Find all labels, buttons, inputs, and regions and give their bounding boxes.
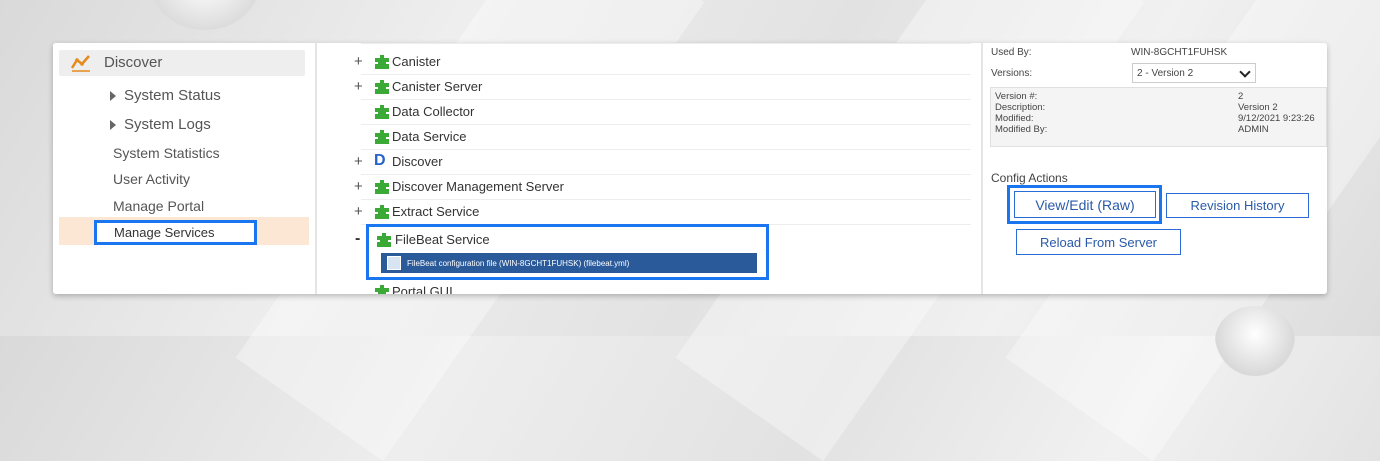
expand-icon[interactable]: + [354, 203, 363, 220]
puzzle-icon [375, 205, 389, 219]
description-label: Description: [995, 102, 1046, 113]
tree-row-label: Data Service [392, 129, 467, 144]
sidebar-item-manage-portal[interactable]: Manage Portal [113, 198, 204, 214]
expand-icon[interactable]: + [354, 153, 363, 170]
tree-row-label: Extract Service [392, 204, 480, 219]
puzzle-icon [375, 55, 389, 69]
expand-icon[interactable]: + [354, 53, 363, 70]
tree-row-label: FileBeat Service [395, 232, 490, 247]
description-value: Version 2 [1238, 102, 1278, 113]
sidebar-item-label: System Status [124, 87, 221, 104]
tree-row-canister-server[interactable]: + Canister Server [317, 75, 981, 99]
puzzle-icon [377, 233, 391, 247]
sidebar-header-label: Discover [104, 54, 163, 71]
used-by-value: WIN-8GCHT1FUHSK [1131, 47, 1228, 58]
puzzle-icon [375, 130, 389, 144]
tree-row-label: Data Collector [392, 104, 475, 119]
sidebar-header-discover[interactable]: Discover [59, 50, 305, 76]
tree-row-label: Discover Management Server [392, 179, 564, 194]
sidebar-item-manage-services[interactable]: Manage Services [94, 220, 257, 245]
tree-row-data-collector[interactable]: Data Collector [317, 100, 981, 124]
caret-right-icon [110, 91, 116, 102]
collapse-icon[interactable]: - [355, 230, 360, 248]
versions-label: Versions: [991, 68, 1033, 79]
versions-selected: 2 - Version 2 [1137, 67, 1194, 79]
caret-right-icon [110, 120, 116, 131]
tree-row-filebeat-service[interactable]: FileBeat Service FileBeat configuration … [366, 224, 769, 280]
used-by-label: Used By: [991, 47, 1032, 58]
services-tree: + Canister + Canister Server Data Collec… [317, 43, 981, 294]
tree-row-label: Portal GUI [392, 284, 453, 294]
modified-by-label: Modified By: [995, 124, 1048, 135]
tree-row-discover-management-server[interactable]: + Discover Management Server [317, 175, 981, 199]
versions-select[interactable]: 2 - Version 2 [1132, 63, 1256, 83]
file-icon [387, 256, 401, 270]
config-panel: Used By: WIN-8GCHT1FUHSK Versions: 2 - V… [983, 43, 1327, 294]
chevron-down-icon [1239, 66, 1251, 78]
version-details: Version #: 2 Description: Version 2 Modi… [990, 87, 1327, 147]
sidebar-item-system-logs[interactable]: System Logs [110, 116, 211, 133]
tree-row-label: Canister [392, 54, 441, 69]
modified-value: 9/12/2021 9:23:26 [1238, 113, 1315, 124]
discover-chart-icon [71, 55, 90, 72]
sidebar: Discover System Status System Logs Syste… [53, 43, 315, 294]
tree-row-label: Discover [392, 154, 443, 169]
tree-row-discover[interactable]: + D Discover [317, 150, 981, 174]
expand-icon[interactable]: + [354, 78, 363, 95]
puzzle-icon [375, 105, 389, 119]
revision-history-button[interactable]: Revision History [1166, 193, 1309, 218]
expand-icon[interactable]: + [354, 178, 363, 195]
puzzle-icon [375, 285, 389, 294]
puzzle-icon [375, 180, 389, 194]
version-number-value: 2 [1238, 91, 1244, 102]
sidebar-item-label: System Logs [124, 116, 211, 133]
sidebar-item-system-status[interactable]: System Status [110, 87, 221, 104]
sidebar-item-system-statistics[interactable]: System Statistics [113, 145, 220, 161]
tree-row-extract-service[interactable]: + Extract Service [317, 200, 981, 224]
tree-row-data-service[interactable]: Data Service [317, 125, 981, 149]
file-item-label: FileBeat configuration file (WIN-8GCHT1F… [407, 258, 630, 268]
tree-divider [361, 43, 971, 44]
modified-by-value: ADMIN [1238, 124, 1269, 135]
discover-logo-icon: D [374, 152, 386, 169]
filebeat-config-file-item[interactable]: FileBeat configuration file (WIN-8GCHT1F… [381, 253, 757, 273]
tree-row-label: Canister Server [392, 79, 483, 94]
reload-from-server-button[interactable]: Reload From Server [1016, 229, 1181, 255]
modified-label: Modified: [995, 113, 1034, 124]
sidebar-item-user-activity[interactable]: User Activity [113, 171, 190, 187]
tree-row-portal-gui[interactable]: Portal GUI [317, 280, 981, 294]
version-number-label: Version #: [995, 91, 1038, 102]
view-edit-raw-button[interactable]: View/Edit (Raw) [1014, 191, 1156, 218]
app-window: Discover System Status System Logs Syste… [53, 43, 1327, 294]
background-orb [150, 0, 260, 30]
tree-row-canister[interactable]: + Canister [317, 50, 981, 74]
puzzle-icon [375, 80, 389, 94]
config-actions-label: Config Actions [991, 171, 1068, 185]
